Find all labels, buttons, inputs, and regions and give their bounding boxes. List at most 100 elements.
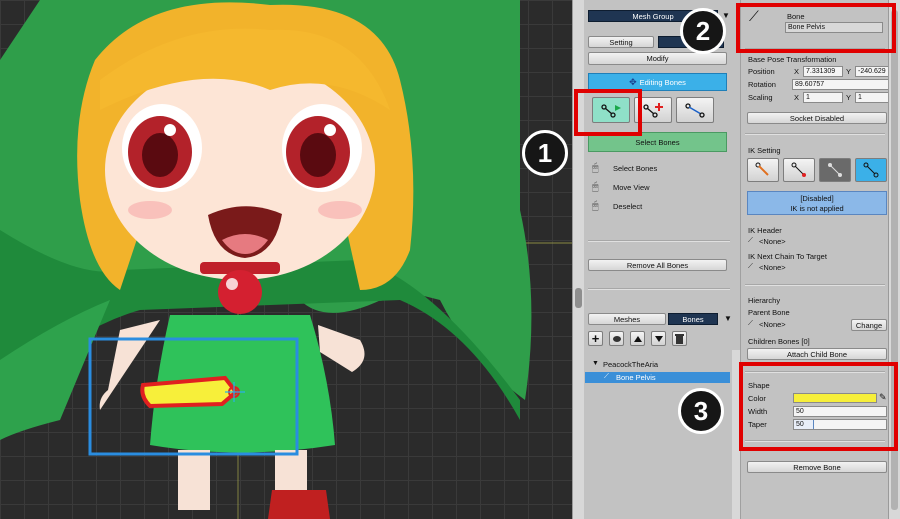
callout-number-2: 2	[680, 8, 726, 54]
callout-3-text: 3	[693, 395, 709, 426]
select-bones-label: Select Bones	[635, 137, 680, 147]
add-bone-icon	[643, 103, 663, 118]
tree-expand-icon[interactable]: ▼	[592, 360, 599, 367]
ik-next-chain-value: <None>	[759, 263, 786, 272]
tab-meshes[interactable]: Meshes	[588, 313, 666, 325]
scaling-x-field[interactable]: 1	[803, 92, 843, 103]
ik-none-icon	[755, 162, 769, 176]
change-parent-button[interactable]: Change	[851, 319, 887, 331]
base-pose-title: Base Pose Transformation	[748, 55, 837, 64]
ik-mode-none-button[interactable]	[747, 158, 779, 182]
ik-mode-disabled-button[interactable]	[855, 158, 887, 182]
left-eye-highlight	[164, 124, 176, 136]
bone-edit-icon: ✥	[629, 76, 637, 87]
highlight-select-tool	[574, 89, 642, 136]
callout-1-text: 1	[537, 137, 553, 168]
parent-bone-value: <None>	[759, 320, 786, 329]
tab-meshes-label: Meshes	[613, 314, 641, 324]
tab-setting[interactable]: Setting	[588, 36, 654, 48]
brooch	[218, 270, 262, 314]
rotation-label: Rotation	[748, 80, 776, 89]
layer-icon[interactable]	[609, 331, 624, 346]
divider	[745, 133, 885, 135]
left-leg	[178, 450, 210, 510]
mesh-group-label: Mesh Group	[632, 11, 674, 21]
scrollbar-thumb[interactable]	[575, 288, 582, 308]
tree-item-bone-pelvis[interactable]: ⟋ Bone Pelvis	[585, 372, 730, 383]
ik-status-line1: [Disabled]	[800, 194, 834, 203]
scaling-label: Scaling	[748, 93, 773, 102]
axis-x-label: X	[794, 93, 800, 102]
hint-deselect: Deselect	[613, 202, 643, 211]
editor-viewport[interactable]	[0, 0, 572, 519]
brooch-highlight	[226, 278, 238, 290]
socket-button[interactable]: Socket Disabled	[747, 112, 887, 124]
divider	[588, 288, 730, 290]
rotation-field[interactable]: 89.60757	[792, 79, 889, 90]
position-y-field[interactable]: -240.629	[855, 66, 889, 77]
attach-child-bone-button[interactable]: Attach Child Bone	[747, 348, 887, 360]
bone-pelvis-shape	[140, 375, 239, 409]
ik-status-box: [Disabled] IK is not applied	[747, 191, 887, 215]
tab-bones[interactable]: Bones	[668, 313, 718, 325]
hint-move-view: Move View	[613, 183, 650, 192]
callout-2-text: 2	[695, 15, 711, 46]
remove-bone-label: Remove Bone	[793, 462, 841, 472]
socket-label: Socket Disabled	[789, 113, 845, 123]
divider	[745, 284, 885, 286]
bone-small-icon: ⟋	[748, 263, 753, 270]
move-down-icon[interactable]	[651, 331, 666, 346]
children-bones-label: Children Bones [0]	[748, 337, 810, 346]
change-label: Change	[855, 320, 883, 330]
tab-setting-label: Setting	[609, 37, 633, 47]
mouse-middle-icon: 🖱	[592, 181, 599, 193]
add-icon[interactable]: +	[588, 331, 603, 346]
remove-all-bones-button[interactable]: Remove All Bones	[588, 259, 727, 271]
ik-disabled-icon	[863, 162, 879, 178]
scaling-y-field[interactable]: 1	[855, 92, 889, 103]
ik-chain-icon	[828, 163, 842, 177]
move-up-icon[interactable]	[630, 331, 645, 346]
ik-status-line2: IK is not applied	[790, 204, 844, 213]
axis-x-label: X	[794, 67, 800, 76]
tab-bones-label: Bones	[682, 314, 704, 324]
callout-number-1: 1	[522, 130, 568, 176]
ik-header-value: <None>	[759, 237, 786, 246]
ik-single-icon	[791, 162, 806, 177]
right-arm	[318, 325, 365, 372]
link-bone-tool-button[interactable]	[676, 97, 714, 123]
parent-bone-label: Parent Bone	[748, 308, 790, 317]
link-bone-icon	[685, 103, 705, 118]
bone-small-icon: ⟋	[748, 237, 753, 244]
left-eye-pupil	[142, 133, 178, 177]
modify-label: Modify	[646, 54, 669, 63]
bone-tree-icon: ⟋	[604, 373, 609, 380]
divider	[588, 240, 730, 242]
right-blush	[318, 201, 362, 219]
hierarchy-title: Hierarchy	[748, 296, 781, 305]
attach-child-label: Attach Child Bone	[786, 349, 848, 359]
dropdown-arrow-icon[interactable]: ▼	[722, 11, 730, 20]
viewport-scrollbar[interactable]	[572, 0, 584, 519]
character-canvas[interactable]	[0, 0, 572, 519]
modify-button[interactable]: Modify	[588, 52, 727, 65]
mouse-right-icon: 🖱	[592, 200, 599, 212]
ik-mode-single-button[interactable]	[783, 158, 815, 182]
right-shoe	[268, 490, 330, 519]
mouse-left-icon: 🖱	[592, 162, 599, 174]
position-x-field[interactable]: 7.331309	[803, 66, 843, 77]
ik-setting-title: IK Setting	[748, 146, 781, 155]
bone-editing-panel: Mesh Group ▼ Setting Modify ✥ Editing Bo…	[584, 0, 740, 519]
ik-next-chain-label: IK Next Chain To Target	[748, 252, 827, 261]
remove-all-bones-label: Remove All Bones	[626, 260, 689, 270]
ik-mode-chain-button[interactable]	[819, 158, 851, 182]
left-blush	[128, 201, 172, 219]
ik-header-label: IK Header	[748, 226, 782, 235]
trash-icon[interactable]	[672, 331, 687, 346]
highlight-shape-section	[739, 362, 898, 451]
tree-root-item[interactable]: PeacockTheAria	[603, 360, 658, 369]
tabs-arrow-icon[interactable]: ▼	[724, 314, 732, 323]
remove-bone-button[interactable]: Remove Bone	[747, 461, 887, 473]
highlight-bone-header	[736, 3, 896, 53]
right-eye-pupil	[300, 133, 336, 177]
